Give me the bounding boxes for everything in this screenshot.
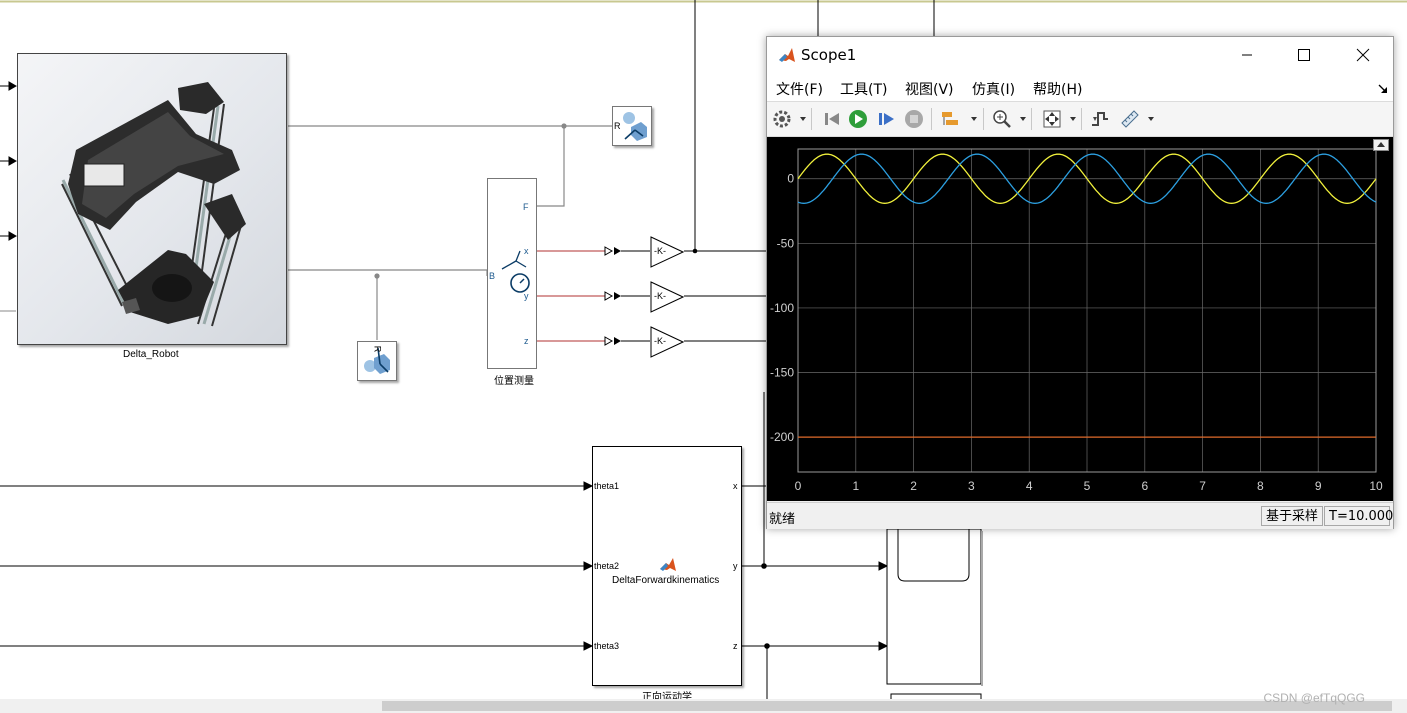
y-tick-label: -50 (777, 236, 795, 250)
transform-sensor-block[interactable]: F x y z B (487, 178, 537, 369)
autoscale-icon[interactable] (1041, 108, 1063, 130)
transform-block-bottom[interactable]: R (357, 341, 397, 381)
fk-input-theta2: theta2 (594, 561, 620, 571)
robot-input-lines (0, 81, 18, 312)
mux-block[interactable] (886, 528, 983, 705)
forward-kinematics-block[interactable]: theta1 theta2 theta3 x y z DeltaForwardk… (592, 446, 742, 686)
matlab-icon (778, 47, 796, 65)
matlab-function-icon (660, 558, 676, 571)
y-tick-label: -150 (770, 366, 794, 380)
x-tick-label: 6 (1141, 479, 1148, 493)
scope-plot[interactable]: 0 1 2 3 4 5 6 7 8 9 10 0 -50 -100 -150 -200 (767, 137, 1393, 501)
toolbar-separator (1031, 108, 1032, 130)
autoscale-menu-arrow[interactable] (1070, 117, 1076, 121)
dock-arrow-icon[interactable] (1378, 84, 1388, 94)
triggers-icon[interactable] (1089, 108, 1111, 130)
port-z: z (524, 336, 529, 346)
y-tick-label: 0 (787, 172, 794, 186)
port-f: F (523, 202, 529, 212)
y-tick-label: -100 (770, 301, 794, 315)
minimize-icon (1242, 54, 1252, 56)
x-tick-label: 3 (968, 479, 975, 493)
step-forward-icon[interactable] (875, 108, 897, 130)
highlight-menu-arrow[interactable] (971, 117, 977, 121)
fk-lines (0, 392, 889, 700)
menu-file[interactable]: 文件(F) (776, 79, 823, 99)
transform-port-r: R (614, 121, 621, 131)
watermark: CSDN @efTqQGG (1263, 691, 1365, 705)
scope-title: Scope1 (801, 46, 857, 64)
scope-window[interactable]: Scope1 文件(F) 工具(T) 视图(V) 仿真(I) 帮助(H) 0 1… (766, 36, 1394, 529)
menu-view[interactable]: 视图(V) (905, 79, 954, 99)
sample-mode: 基于采样 (1261, 506, 1324, 526)
fk-output-z: z (733, 641, 738, 651)
fk-output-y: y (733, 561, 738, 571)
gain-label: -K- (654, 291, 666, 301)
maximize-button[interactable] (1281, 37, 1327, 73)
menu-tools[interactable]: 工具(T) (840, 79, 887, 99)
status-text: 就绪 (769, 512, 796, 527)
gain-block-z[interactable]: -K- (650, 326, 685, 358)
gain-label: -K- (654, 336, 666, 346)
menu-simulation[interactable]: 仿真(I) (972, 79, 1015, 99)
scrollbar-thumb[interactable] (382, 701, 1392, 711)
zoom-menu-arrow[interactable] (1020, 117, 1026, 121)
toolbar-separator (811, 108, 812, 130)
scope-axes[interactable]: 0 1 2 3 4 5 6 7 8 9 10 0 -50 -100 -150 -200 (767, 137, 1393, 501)
sensor-gauge-icon (501, 250, 530, 293)
fk-output-x: x (733, 481, 738, 491)
transform-port-r: R (372, 345, 383, 353)
menu-help[interactable]: 帮助(H) (1033, 79, 1082, 99)
x-tick-label: 1 (852, 479, 859, 493)
gain-block-y[interactable]: -K- (650, 281, 685, 313)
x-tick-label: 5 (1084, 479, 1091, 493)
measure-menu-arrow[interactable] (1148, 117, 1154, 121)
toolbar-separator (983, 108, 984, 130)
x-tick-label: 7 (1199, 479, 1206, 493)
x-tick-label: 9 (1315, 479, 1322, 493)
gear-menu-arrow[interactable] (800, 117, 806, 121)
horizontal-scrollbar[interactable] (0, 699, 1407, 713)
gain-block-x[interactable]: -K- (650, 236, 685, 268)
transform-block-top[interactable]: R (612, 106, 652, 146)
time-readout: T=10.000 (1324, 506, 1393, 526)
x-tick-label: 2 (910, 479, 917, 493)
zoom-icon[interactable] (991, 108, 1013, 130)
toolbar-separator (1081, 108, 1082, 130)
highlight-icon[interactable] (939, 108, 961, 130)
scope-titlebar[interactable]: Scope1 (767, 37, 1393, 75)
fk-input-theta1: theta1 (594, 481, 620, 491)
scope-toolbar (767, 101, 1393, 137)
scope-statusbar: 就绪 基于采样 T=10.000 (767, 502, 1393, 529)
undock-icon[interactable] (1373, 139, 1389, 151)
x-tick-label: 8 (1257, 479, 1264, 493)
scope-menubar: 文件(F) 工具(T) 视图(V) 仿真(I) 帮助(H) (767, 75, 1393, 101)
delta-robot-block[interactable] (17, 53, 287, 345)
frame-lines (288, 123, 612, 340)
robot-block-label: Delta_Robot (123, 349, 179, 360)
minimize-button[interactable] (1224, 37, 1270, 73)
fk-block-name: DeltaForwardkinematics (612, 575, 720, 586)
stop-icon[interactable] (903, 108, 925, 130)
fk-input-theta3: theta3 (594, 641, 620, 651)
run-icon[interactable] (847, 108, 869, 130)
x-tick-label: 10 (1369, 479, 1383, 493)
step-back-icon[interactable] (820, 108, 842, 130)
close-icon (1356, 48, 1370, 62)
gain-label: -K- (654, 246, 666, 256)
maximize-icon (1298, 49, 1310, 61)
x-tick-label: 0 (795, 479, 802, 493)
sensor-block-label: 位置测量 (494, 376, 534, 387)
toolbar-separator (931, 108, 932, 130)
x-tick-label: 4 (1026, 479, 1033, 493)
port-b: B (489, 271, 496, 281)
delta-robot-image (61, 82, 246, 327)
measure-icon[interactable] (1119, 108, 1141, 130)
close-button[interactable] (1340, 37, 1386, 73)
y-tick-label: -200 (770, 430, 794, 444)
gear-icon[interactable] (771, 108, 793, 130)
